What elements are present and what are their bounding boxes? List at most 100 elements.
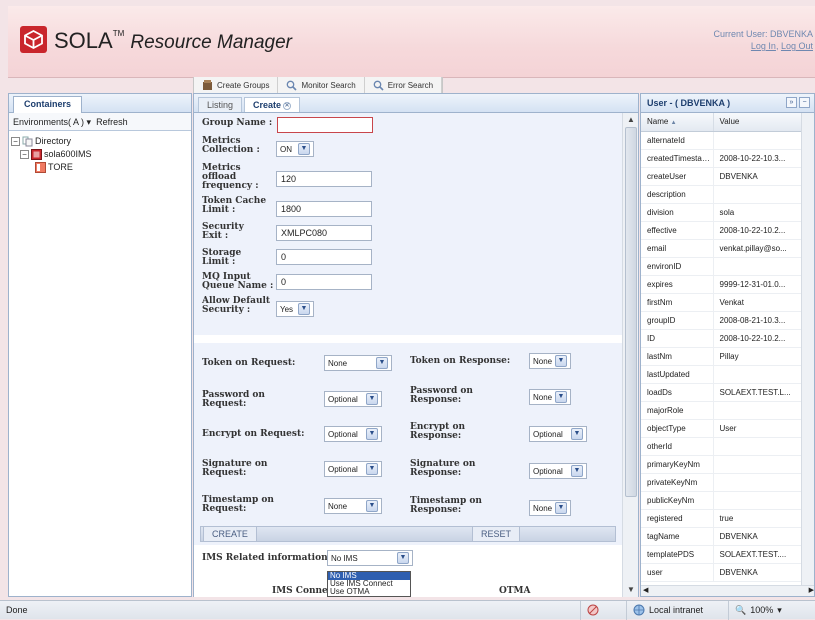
property-row[interactable]: privateKeyNm [641, 473, 804, 492]
property-row[interactable]: lastNm Pillay [641, 347, 804, 366]
property-row[interactable]: objectType User [641, 419, 804, 438]
token-response-select[interactable]: None ▼ [529, 353, 571, 369]
property-row[interactable]: createdTimestamp 2008-10-22-10.3... [641, 149, 804, 168]
chevron-down-icon[interactable]: ▾ [777, 605, 782, 616]
group-name-input[interactable] [277, 117, 373, 133]
timestamp-request-select[interactable]: None ▼ [324, 498, 382, 514]
close-tab-icon[interactable]: ✕ [283, 102, 292, 110]
chevron-down-icon[interactable]: ▼ [366, 500, 378, 512]
property-row[interactable]: tagName DBVENKA [641, 527, 804, 546]
allow-default-select[interactable]: Yes ▼ [276, 301, 314, 317]
reset-button[interactable]: RESET [472, 527, 521, 541]
property-row[interactable]: groupID 2008-08-21-10.3... [641, 311, 804, 330]
password-response-select[interactable]: None ▼ [529, 389, 571, 405]
property-row[interactable]: division sola [641, 203, 804, 222]
property-row[interactable]: environID [641, 257, 804, 276]
property-row[interactable]: majorRole [641, 401, 804, 420]
chevron-down-icon[interactable]: ▼ [555, 355, 567, 367]
signature-response-select[interactable]: Optional ▼ [529, 463, 587, 479]
property-row[interactable]: registered true [641, 509, 804, 528]
property-row[interactable]: otherId [641, 437, 804, 456]
property-row[interactable]: ID 2008-10-22-10.2... [641, 329, 804, 348]
scroll-thumb[interactable] [625, 127, 637, 497]
security-exit-input[interactable]: XMLPC080 [276, 225, 372, 241]
property-row[interactable]: email venkat.pillay@so... [641, 239, 804, 258]
property-value [713, 473, 804, 492]
create-button[interactable]: CREATE [203, 527, 257, 541]
chevron-down-icon[interactable]: ▼ [376, 357, 388, 369]
encrypt-request-select[interactable]: Optional ▼ [324, 426, 382, 442]
form-scrollbar[interactable]: ▲ ▼ [622, 113, 638, 597]
property-row[interactable]: primaryKeyNm [641, 455, 804, 474]
login-link[interactable]: Log In [751, 41, 776, 51]
metrics-offload-input[interactable]: 120 [276, 171, 372, 187]
timestamp-request-label: Timestamp on Request: [202, 495, 274, 514]
container-tree: − Directory − sola600IMS TORE [9, 131, 191, 178]
expand-icon[interactable]: » [786, 97, 797, 108]
tree-node-server[interactable]: − sola600IMS [11, 148, 189, 161]
password-request-select[interactable]: Optional ▼ [324, 391, 382, 407]
encrypt-response-select[interactable]: Optional ▼ [529, 426, 587, 442]
chevron-down-icon[interactable]: ▼ [397, 552, 409, 564]
signature-request-select[interactable]: Optional ▼ [324, 461, 382, 477]
token-cache-input[interactable]: 1800 [276, 201, 372, 217]
chevron-down-icon[interactable]: ▼ [366, 428, 378, 440]
tab-create[interactable]: Create ✕ [244, 97, 301, 112]
tree-node-leaf[interactable]: TORE [11, 161, 189, 174]
chevron-down-icon[interactable]: ▼ [298, 143, 310, 155]
collapse-icon[interactable]: − [799, 97, 810, 108]
property-name: user [641, 563, 714, 582]
create-groups-button[interactable]: Create Groups [194, 77, 279, 93]
column-header-value[interactable]: Value [713, 113, 804, 132]
property-row[interactable]: effective 2008-10-22-10.2... [641, 221, 804, 240]
chevron-down-icon[interactable]: ▼ [366, 393, 378, 405]
property-row[interactable]: lastUpdated [641, 365, 804, 384]
mq-input-input[interactable]: 0 [276, 274, 372, 290]
property-row[interactable]: description [641, 185, 804, 204]
chevron-down-icon[interactable]: ▼ [366, 463, 378, 475]
scroll-right-icon[interactable]: ▶ [809, 586, 814, 594]
ims-option[interactable]: Use OTMA [328, 588, 410, 596]
password-response-row: Password on Response: [410, 387, 500, 405]
zoom-control[interactable]: 🔍 100% ▾ [728, 600, 808, 620]
property-row[interactable]: publicKeyNm [641, 491, 804, 510]
chevron-down-icon[interactable]: ▼ [571, 465, 583, 477]
scroll-up-icon[interactable]: ▲ [623, 113, 639, 127]
signature-response-row: Signature on Response: [410, 460, 496, 478]
property-row[interactable]: loadDs SOLAEXT.TEST.L... [641, 383, 804, 402]
property-row[interactable]: user DBVENKA [641, 563, 804, 582]
chevron-down-icon[interactable]: ▼ [571, 428, 583, 440]
refresh-link[interactable]: Refresh [96, 117, 128, 127]
timestamp-response-select[interactable]: None ▼ [529, 500, 571, 516]
column-header-name[interactable]: Name ▲ [641, 113, 714, 132]
property-row[interactable]: templatePDS SOLAEXT.TEST.... [641, 545, 804, 564]
chevron-down-icon[interactable]: ▼ [555, 502, 567, 514]
chevron-down-icon[interactable]: ▼ [555, 391, 567, 403]
token-request-select[interactable]: None ▼ [324, 355, 392, 371]
properties-scrollbar[interactable] [801, 113, 814, 587]
tab-listing[interactable]: Listing [198, 97, 243, 112]
property-value [713, 185, 804, 204]
token-request-label: Token on Request: [202, 358, 296, 368]
chevron-down-icon[interactable]: ▾ [87, 117, 92, 127]
ims-select[interactable]: No IMS ▼ [327, 550, 413, 566]
tab-containers[interactable]: Containers [13, 96, 83, 113]
storage-limit-input[interactable]: 0 [276, 249, 372, 265]
property-row[interactable]: expires 9999-12-31-01.0... [641, 275, 804, 294]
logout-link[interactable]: Log Out [781, 41, 813, 51]
metrics-collection-select[interactable]: ON ▼ [276, 141, 314, 157]
properties-hscrollbar[interactable]: ◀ ▶ [641, 585, 814, 596]
scroll-down-icon[interactable]: ▼ [623, 583, 639, 597]
token-cache-label: Token Cache Limit : [202, 196, 267, 215]
scroll-left-icon[interactable]: ◀ [643, 586, 648, 594]
property-row[interactable]: alternateId [641, 131, 804, 150]
collapse-icon[interactable]: − [11, 137, 20, 146]
property-row[interactable]: createUser DBVENKA [641, 167, 804, 186]
collapse-icon[interactable]: − [20, 150, 29, 159]
monitor-search-button[interactable]: Monitor Search [278, 77, 365, 93]
environments-menu[interactable]: Environments( A ) [13, 117, 87, 127]
tree-node-directory[interactable]: − Directory [11, 135, 189, 148]
property-row[interactable]: firstNm Venkat [641, 293, 804, 312]
error-search-button[interactable]: Error Search [365, 77, 443, 93]
chevron-down-icon[interactable]: ▼ [298, 303, 310, 315]
